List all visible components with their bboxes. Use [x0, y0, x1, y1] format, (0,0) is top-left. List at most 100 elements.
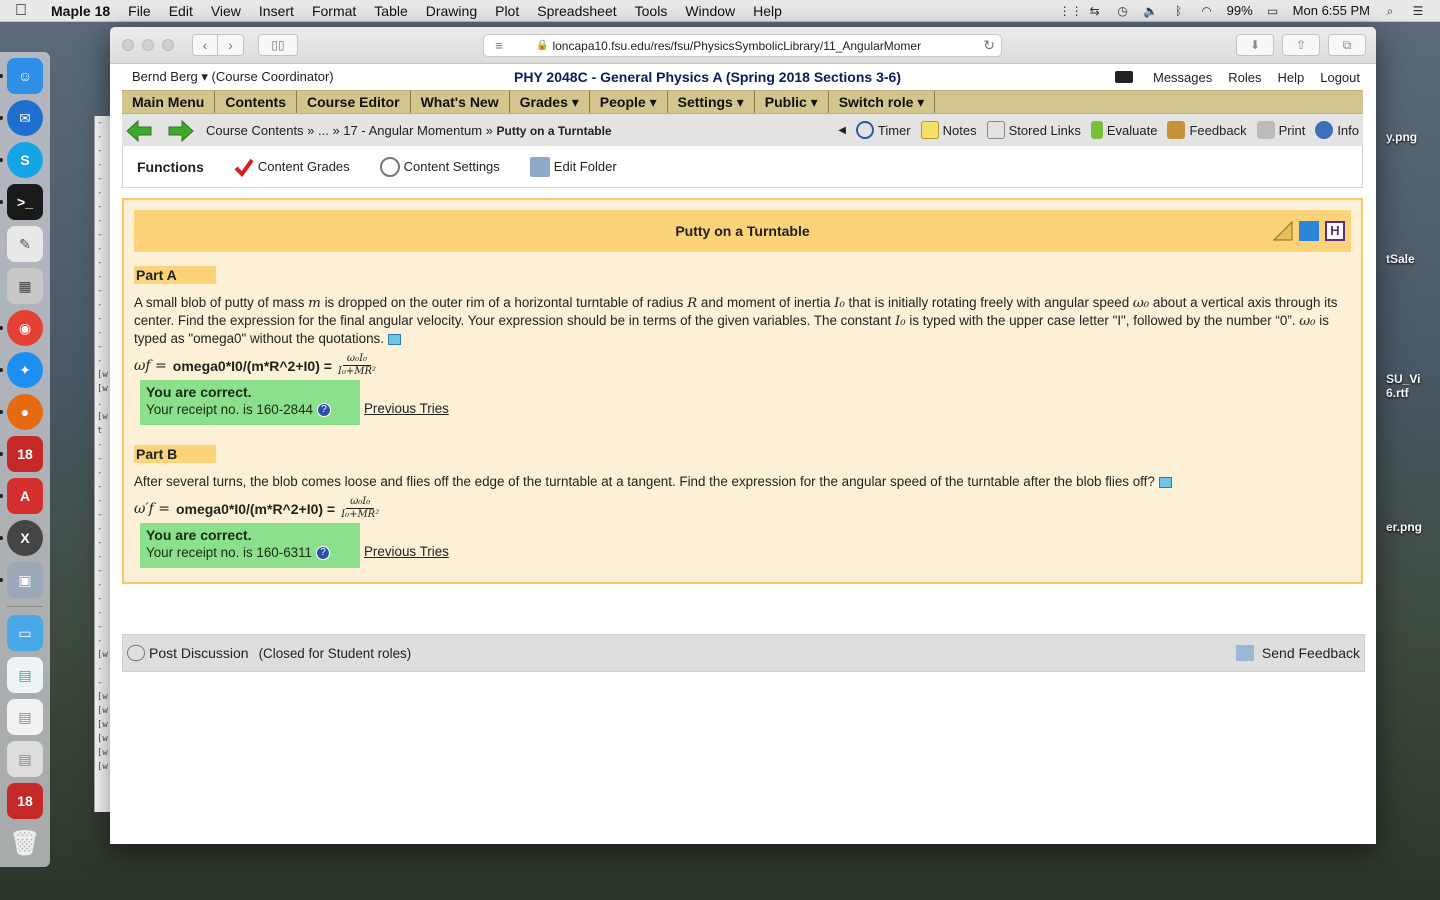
help-icon[interactable]: ? — [316, 545, 331, 560]
battery-percent[interactable]: 99% — [1227, 3, 1253, 18]
help-icon[interactable]: ? — [317, 402, 332, 417]
chrome-icon[interactable]: ◉ — [0, 310, 43, 346]
messages-link[interactable]: Messages — [1153, 70, 1212, 85]
collapse-tools-icon[interactable]: ◀ — [838, 125, 846, 136]
next-arrow-icon[interactable] — [168, 119, 194, 143]
menu-whats-new[interactable]: What's New — [411, 91, 510, 113]
previous-arrow-icon[interactable] — [126, 119, 152, 143]
menu-settings[interactable]: Settings ▾ — [668, 91, 755, 113]
desktop-file-2[interactable]: tSale — [1386, 252, 1440, 266]
reader-icon[interactable]: ≡ — [484, 38, 514, 53]
document-icon-2[interactable]: ▤ — [7, 699, 43, 735]
menu-tools[interactable]: Tools — [626, 3, 677, 19]
menu-file[interactable]: File — [119, 3, 160, 19]
roles-link[interactable]: Roles — [1228, 70, 1261, 85]
logout-link[interactable]: Logout — [1320, 70, 1360, 85]
desktop-file-3[interactable]: SU_Vi 6.rtf — [1386, 372, 1440, 400]
timer-tool[interactable]: Timer — [855, 121, 911, 139]
comment-icon[interactable] — [1158, 476, 1172, 488]
sync-icon[interactable]: ⇆ — [1087, 5, 1103, 17]
menu-edit[interactable]: Edit — [160, 3, 202, 19]
menu-grades[interactable]: Grades ▾ — [510, 91, 590, 113]
desktop-file-1[interactable]: y.png — [1386, 130, 1440, 144]
edit-icon[interactable] — [1299, 221, 1319, 241]
volume-icon[interactable]: 🔈 — [1143, 5, 1159, 17]
minimize-window-button[interactable] — [142, 39, 154, 51]
menu-course-editor[interactable]: Course Editor — [297, 91, 411, 113]
trash-icon[interactable]: 🗑 — [7, 825, 43, 861]
menu-app-name[interactable]: Maple 18 — [42, 3, 119, 19]
preview-icon[interactable]: ▣ — [0, 562, 43, 598]
calculator-icon[interactable]: ▦ — [7, 268, 43, 304]
textedit-icon[interactable]: ✎ — [7, 226, 43, 262]
menu-people[interactable]: People ▾ — [590, 91, 668, 113]
menu-table[interactable]: Table — [365, 3, 416, 19]
send-feedback-link[interactable]: Send Feedback — [1235, 645, 1360, 661]
comment-icon[interactable] — [387, 333, 401, 345]
share-button[interactable]: ⇧ — [1282, 34, 1320, 56]
tabs-button[interactable]: ⧉ — [1328, 34, 1366, 56]
menu-spreadsheet[interactable]: Spreadsheet — [528, 3, 625, 19]
document-icon-3[interactable]: ▤ — [7, 741, 43, 777]
maple-worksheet-icon[interactable]: 18 — [7, 783, 43, 819]
stored-links-tool[interactable]: Stored Links — [986, 121, 1081, 139]
ruler-icon[interactable] — [1272, 220, 1293, 241]
content-settings-link[interactable]: Content Settings — [379, 156, 500, 177]
terminal-icon[interactable]: >_ — [0, 184, 43, 220]
acrobat-icon[interactable]: A — [0, 478, 43, 514]
part-b-previous-tries-link[interactable]: Previous Tries — [364, 544, 449, 559]
menu-plot[interactable]: Plot — [486, 3, 528, 19]
reload-icon[interactable]: ↻ — [983, 37, 995, 54]
menu-contents[interactable]: Contents — [215, 91, 298, 113]
breadcrumb-trail[interactable]: Course Contents » ... » 17 - Angular Mom… — [206, 123, 496, 138]
part-a-previous-tries-link[interactable]: Previous Tries — [364, 401, 449, 416]
menu-drawing[interactable]: Drawing — [417, 3, 486, 19]
print-tool[interactable]: Print — [1256, 121, 1305, 139]
user-role[interactable]: Bernd Berg ▾ (Course Coordinator) — [132, 69, 334, 85]
document-icon[interactable]: ▤ — [7, 657, 43, 693]
background-window[interactable]: - - - - - - - - - - - - - - - - - - [w [w. [w t - - - - - - - - - - - - - -… — [94, 116, 110, 812]
evaluate-tool[interactable]: Evaluate — [1090, 121, 1157, 139]
back-button[interactable]: ‹ — [192, 34, 218, 56]
menu-public[interactable]: Public ▾ — [755, 91, 829, 113]
content-grades-link[interactable]: Content Grades — [234, 157, 350, 177]
battery-icon[interactable]: ▭ — [1265, 5, 1281, 17]
menu-switch-role[interactable]: Switch role ▾ — [829, 91, 936, 113]
feedback-tool[interactable]: Feedback — [1167, 121, 1247, 139]
desktop-file-4[interactable]: er.png — [1386, 520, 1440, 534]
chat-icon[interactable] — [1114, 71, 1133, 83]
firefox-icon[interactable]: ● — [0, 394, 43, 430]
maple-icon[interactable]: 18 — [0, 436, 43, 472]
x11-icon[interactable]: X — [0, 520, 43, 556]
menu-main-menu[interactable]: Main Menu — [122, 91, 216, 113]
zoom-window-button[interactable] — [162, 39, 174, 51]
info-tool[interactable]: Info — [1315, 121, 1359, 139]
menu-window[interactable]: Window — [676, 3, 744, 19]
skype-icon[interactable]: S — [0, 142, 43, 178]
menu-format[interactable]: Format — [303, 3, 365, 19]
apple-icon[interactable]:  — [0, 2, 42, 20]
safari-icon[interactable]: ✦ — [0, 352, 43, 388]
clock[interactable]: Mon 6:55 PM — [1293, 3, 1370, 18]
finder-icon[interactable]: ☺ — [0, 58, 43, 94]
downloads-button[interactable]: ⬇ — [1236, 34, 1274, 56]
forward-button[interactable]: › — [218, 34, 244, 56]
hint-h-icon[interactable]: H — [1325, 221, 1345, 241]
post-discussion-link[interactable]: Post Discussion — [149, 645, 249, 661]
close-window-button[interactable] — [122, 39, 134, 51]
edit-folder-link[interactable]: Edit Folder — [529, 156, 617, 177]
time-machine-icon[interactable]: ◷ — [1115, 5, 1131, 17]
spotlight-icon[interactable]: ⌕ — [1382, 5, 1398, 17]
help-link[interactable]: Help — [1277, 70, 1304, 85]
menu-view[interactable]: View — [202, 3, 250, 19]
address-bar[interactable]: ≡ 🔒 loncapa10.fsu.edu/res/fsu/PhysicsSym… — [483, 34, 1002, 57]
menu-insert[interactable]: Insert — [250, 3, 303, 19]
signal-icon[interactable]: ⋮⋮ — [1059, 5, 1083, 17]
sidebar-toggle-button[interactable]: ▯▯ — [258, 34, 298, 56]
thunderbird-icon[interactable]: ✉ — [0, 100, 43, 136]
menu-help[interactable]: Help — [744, 3, 791, 19]
bluetooth-icon[interactable]: ᛒ — [1171, 5, 1187, 17]
notes-tool[interactable]: Notes — [920, 121, 977, 139]
notification-center-icon[interactable]: ☰ — [1410, 5, 1426, 17]
wifi-icon[interactable]: ◠ — [1199, 5, 1215, 17]
